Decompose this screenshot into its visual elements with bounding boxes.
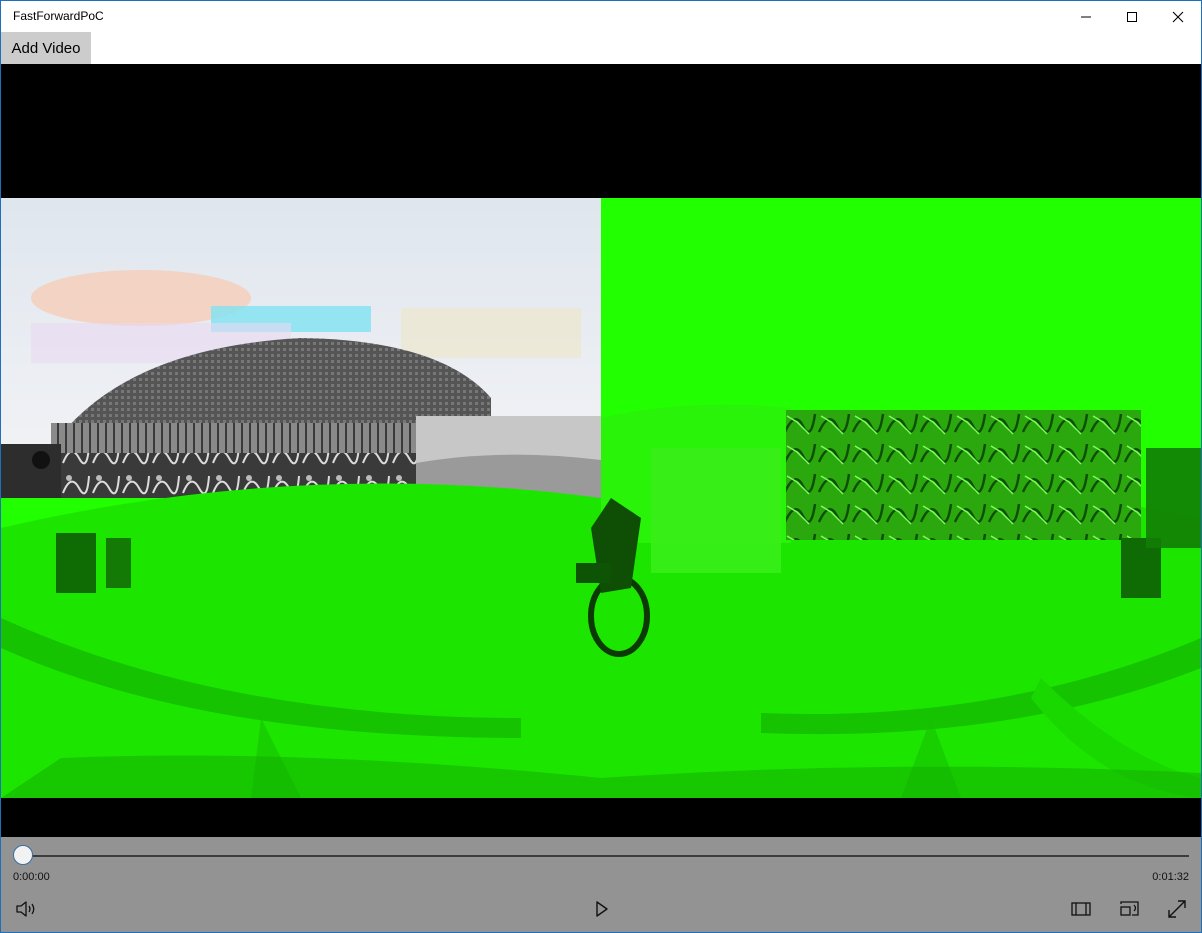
fullscreen-button[interactable]	[1161, 895, 1193, 923]
maximize-icon	[1127, 12, 1137, 22]
close-icon	[1172, 11, 1184, 23]
aspect-ratio-icon	[1071, 902, 1091, 916]
cast-button[interactable]	[1114, 895, 1146, 923]
seek-bar[interactable]	[25, 855, 1189, 857]
time-total: 0:01:32	[1152, 871, 1189, 883]
play-button[interactable]	[586, 895, 618, 923]
minimize-button[interactable]	[1063, 1, 1109, 33]
aspect-ratio-button[interactable]	[1065, 895, 1097, 923]
time-elapsed: 0:00:00	[13, 871, 50, 883]
close-button[interactable]	[1155, 1, 1201, 33]
transport-controls: 0:00:00 0:01:32	[1, 837, 1201, 932]
title-bar[interactable]: FastForwardPoC	[1, 1, 1201, 33]
video-frame	[1, 198, 1201, 798]
play-icon	[596, 901, 608, 917]
maximize-button[interactable]	[1109, 1, 1155, 33]
window-title: FastForwardPoC	[13, 9, 104, 23]
minimize-icon	[1081, 16, 1091, 18]
cast-to-device-icon	[1120, 901, 1139, 916]
video-player[interactable]	[1, 64, 1201, 837]
volume-button[interactable]	[10, 895, 42, 923]
seek-thumb[interactable]	[13, 845, 33, 865]
add-video-button[interactable]: Add Video	[1, 32, 91, 64]
app-window: FastForwardPoC Add Video 0:00:00 0:01:32	[0, 0, 1202, 933]
volume-icon	[16, 901, 35, 917]
fullscreen-icon	[1168, 900, 1186, 918]
